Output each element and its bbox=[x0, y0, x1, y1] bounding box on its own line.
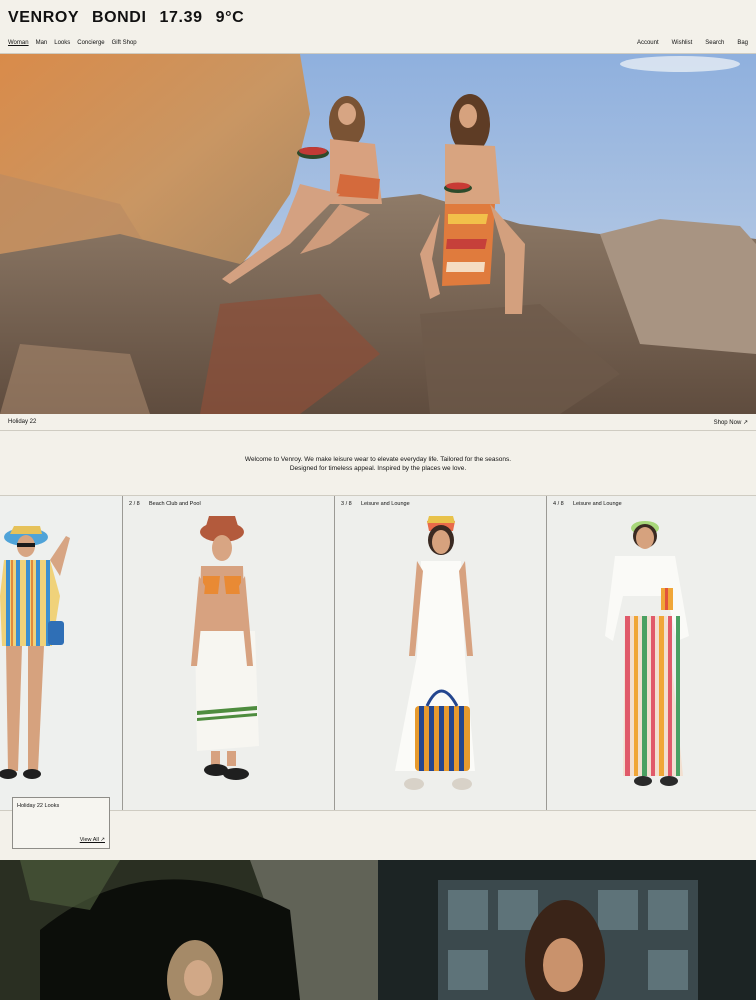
look-image bbox=[605, 521, 689, 786]
brand-logo[interactable]: VENROY bbox=[8, 9, 79, 26]
look-index: 4 / 8 bbox=[553, 501, 564, 507]
look-category: Beach Club and Pool bbox=[149, 501, 201, 507]
nav-account[interactable]: Account bbox=[637, 40, 659, 46]
look-image bbox=[395, 516, 475, 790]
looks-card-title: Holiday 22 Looks bbox=[17, 803, 60, 809]
location-label: BONDI bbox=[91, 9, 147, 26]
intro-text: Welcome to Venroy. We make leisure wear … bbox=[0, 455, 756, 473]
local-time: 17.39 bbox=[159, 9, 203, 26]
intro-line-1: Welcome to Venroy. We make leisure wear … bbox=[244, 456, 512, 463]
utility-nav: Account Wishlist Search Bag bbox=[637, 40, 748, 46]
nav-search[interactable]: Search bbox=[705, 40, 724, 46]
look-image bbox=[0, 526, 70, 779]
intro-line-2: Designed for timeless appeal. Inspired b… bbox=[289, 465, 467, 472]
nav-woman[interactable]: Woman bbox=[8, 40, 29, 46]
look-card[interactable]: 3 / 8 Leisure and Lounge bbox=[334, 496, 547, 810]
editorial-image-left[interactable] bbox=[0, 860, 378, 1000]
shop-now-link[interactable]: Shop Now ↗ bbox=[714, 419, 748, 426]
nav-concierge[interactable]: Concierge bbox=[77, 40, 104, 46]
look-category: Leisure and Lounge bbox=[573, 501, 622, 507]
hero-image[interactable] bbox=[0, 54, 756, 414]
look-card[interactable] bbox=[0, 496, 122, 810]
collection-label: Holiday 22 bbox=[8, 419, 37, 425]
looks-carousel[interactable]: 2 / 8 Beach Club and Pool 3 / 8 Leisure … bbox=[0, 495, 756, 811]
view-all-link[interactable]: View All ↗ bbox=[80, 837, 105, 843]
look-card[interactable]: 2 / 8 Beach Club and Pool bbox=[122, 496, 335, 810]
hero-caption-bar: Holiday 22 Shop Now ↗ bbox=[0, 414, 756, 431]
editorial-image-right[interactable] bbox=[378, 860, 756, 1000]
site-header: VENROY BONDI 17.39 9°C Woman Man Looks C… bbox=[0, 0, 756, 54]
look-image bbox=[191, 516, 259, 780]
look-index: 2 / 8 bbox=[129, 501, 140, 507]
nav-looks[interactable]: Looks bbox=[54, 40, 70, 46]
primary-nav: Woman Man Looks Concierge Gift Shop bbox=[8, 40, 137, 46]
nav-bag[interactable]: Bag bbox=[737, 40, 748, 46]
nav-wishlist[interactable]: Wishlist bbox=[672, 40, 693, 46]
look-index: 3 / 8 bbox=[341, 501, 352, 507]
brand-bar: VENROY BONDI 17.39 9°C bbox=[8, 9, 244, 27]
weather-temperature: 9°C bbox=[215, 9, 245, 26]
nav-man[interactable]: Man bbox=[36, 40, 48, 46]
look-card[interactable]: 4 / 8 Leisure and Lounge bbox=[546, 496, 756, 810]
look-category: Leisure and Lounge bbox=[361, 501, 410, 507]
looks-summary-card: Holiday 22 Looks View All ↗ bbox=[12, 797, 110, 849]
nav-gift-shop[interactable]: Gift Shop bbox=[112, 40, 137, 46]
